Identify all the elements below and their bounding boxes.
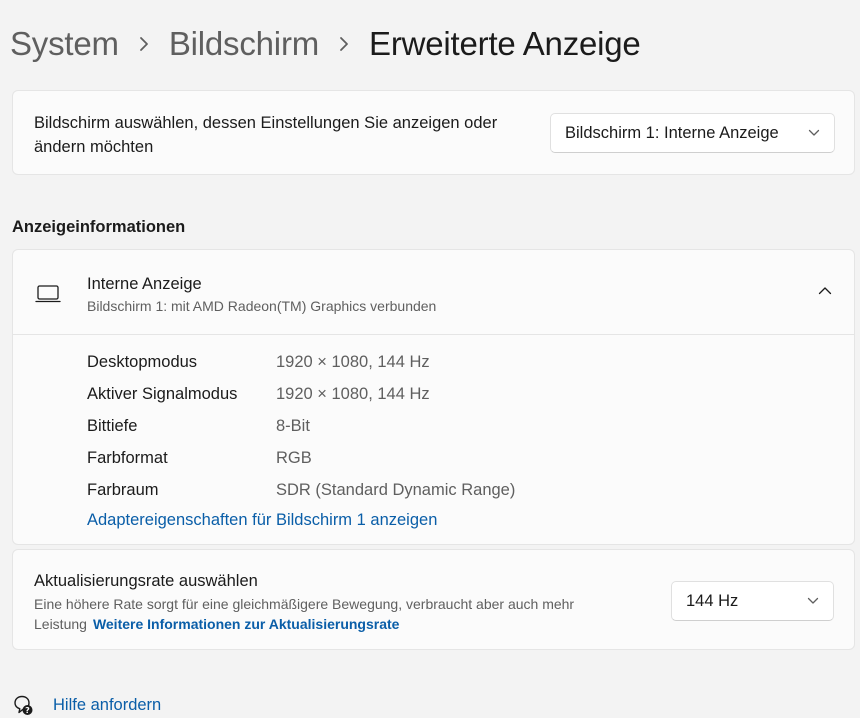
display-select-description: Bildschirm auswählen, dessen Einstellung… (34, 114, 498, 156)
display-properties-list: Desktopmodus 1920 × 1080, 144 Hz Aktiver… (87, 346, 515, 506)
property-row-color-space: Farbraum SDR (Standard Dynamic Range) (87, 474, 515, 506)
svg-text:?: ? (25, 706, 30, 715)
breadcrumb-bildschirm[interactable]: Bildschirm (169, 25, 319, 63)
property-label: Farbraum (87, 480, 159, 499)
property-row-bit-depth: Bittiefe 8-Bit (87, 410, 515, 442)
refresh-rate-info-link[interactable]: Weitere Informationen zur Aktualisierung… (93, 616, 400, 632)
chevron-up-icon[interactable] (818, 286, 832, 295)
property-label: Bittiefe (87, 416, 138, 435)
display-select-dropdown[interactable]: Bildschirm 1: Interne Anzeige (550, 113, 835, 153)
chevron-right-icon (119, 33, 169, 56)
display-info-card: Interne Anzeige Bildschirm 1: mit AMD Ra… (12, 249, 855, 545)
help-link[interactable]: ? Hilfe anfordern (12, 690, 161, 718)
help-label[interactable]: Hilfe anfordern (53, 696, 161, 715)
display-select-card: Bildschirm auswählen, dessen Einstellung… (12, 90, 855, 175)
breadcrumb-system[interactable]: System (10, 25, 119, 63)
property-row-active-signal-mode: Aktiver Signalmodus 1920 × 1080, 144 Hz (87, 378, 515, 410)
property-label: Aktiver Signalmodus (87, 384, 238, 403)
chevron-down-icon (807, 597, 819, 604)
chevron-right-icon (319, 33, 369, 56)
property-value: SDR (Standard Dynamic Range) (276, 480, 516, 499)
help-icon: ? (14, 695, 33, 715)
property-value: 8-Bit (276, 416, 310, 435)
adapter-properties-link[interactable]: Adaptereigenschaften für Bildschirm 1 an… (87, 511, 437, 530)
display-info-title: Interne Anzeige (87, 275, 202, 293)
refresh-rate-title: Aktualisierungsrate auswählen (34, 572, 258, 590)
property-row-color-format: Farbformat RGB (87, 442, 515, 474)
breadcrumb: System Bildschirm Erweiterte Anzeige (10, 20, 641, 68)
refresh-rate-value: 144 Hz (686, 591, 739, 610)
property-value: 1920 × 1080, 144 Hz (276, 384, 430, 403)
property-row-desktop-mode: Desktopmodus 1920 × 1080, 144 Hz (87, 346, 515, 378)
laptop-icon (35, 285, 61, 303)
chevron-down-icon (808, 129, 820, 136)
refresh-rate-card: Aktualisierungsrate auswählen Eine höher… (12, 549, 855, 650)
section-title-display-info: Anzeigeinformationen (12, 218, 186, 236)
property-label: Farbformat (87, 448, 168, 467)
property-value: RGB (276, 448, 312, 467)
refresh-rate-dropdown[interactable]: 144 Hz (671, 581, 834, 621)
advanced-display-page: System Bildschirm Erweiterte Anzeige Bil… (0, 0, 860, 718)
display-info-subtitle: Bildschirm 1: mit AMD Radeon(TM) Graphic… (87, 298, 437, 314)
refresh-rate-description-block: Eine höhere Rate sorgt für eine gleichmä… (34, 594, 634, 634)
property-label: Desktopmodus (87, 352, 198, 371)
display-info-header[interactable]: Interne Anzeige Bildschirm 1: mit AMD Ra… (13, 250, 854, 335)
property-value: 1920 × 1080, 144 Hz (276, 352, 430, 371)
display-select-value: Bildschirm 1: Interne Anzeige (565, 123, 779, 142)
page-title: Erweiterte Anzeige (369, 25, 641, 62)
